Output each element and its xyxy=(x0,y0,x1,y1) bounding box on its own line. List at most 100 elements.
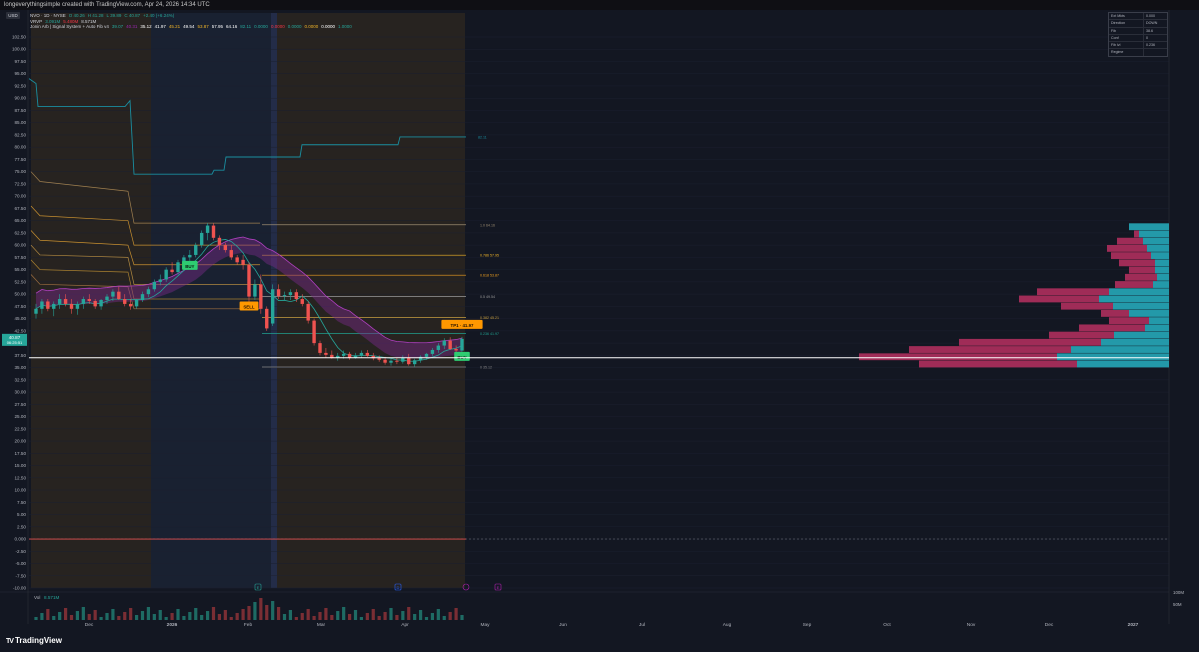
event-marker-text: E xyxy=(257,585,260,590)
candle-body xyxy=(99,300,103,307)
candle-body xyxy=(270,289,275,324)
volume-bar xyxy=(123,612,127,620)
y-tick-label: 35.00 xyxy=(15,365,27,370)
candle-body xyxy=(164,269,168,280)
volume-profile-down-bar xyxy=(959,338,1101,346)
y-tick-label: 65.00 xyxy=(15,218,27,223)
volume-profile-up-bar xyxy=(1129,310,1169,317)
volume-profile-down-bar xyxy=(1107,244,1147,252)
volume-profile-up-bar xyxy=(1155,259,1169,267)
y-tick-label: 7.50 xyxy=(17,500,26,505)
volume-bar xyxy=(46,609,50,620)
volume-bar xyxy=(389,608,393,620)
volume-profile-up-bar xyxy=(1143,237,1169,245)
y-tick-label: 15.00 xyxy=(15,463,27,468)
y-tick-label: 90.00 xyxy=(15,96,27,101)
candle-body xyxy=(63,299,68,304)
stat-row: Ext Mkts 0.000 xyxy=(1109,13,1167,20)
y-tick-label: 25.00 xyxy=(15,414,27,419)
volume-bar xyxy=(407,607,411,620)
volume-bar xyxy=(205,611,210,620)
y-tick-label: 97.50 xyxy=(15,59,27,64)
volume-profile-down-bar xyxy=(1019,295,1099,303)
volume-profile-up-bar xyxy=(1113,302,1169,310)
volume-bar xyxy=(182,616,186,620)
fib-level-label: 0.786 57.95 xyxy=(480,254,499,258)
volume-bar xyxy=(194,608,198,620)
candle-body xyxy=(205,225,210,233)
stat-row: Conf 0 xyxy=(1109,33,1167,42)
y-tick-label: 75.00 xyxy=(15,169,27,174)
volume-profile-down-bar xyxy=(1134,230,1139,238)
y-tick-label: 32.50 xyxy=(15,377,27,382)
stat-row: Direction DOWN xyxy=(1109,19,1167,27)
volume-bar xyxy=(81,607,85,620)
tradingview-logo: TV TradingView xyxy=(6,636,62,645)
volume-bar xyxy=(460,615,464,620)
candle-body xyxy=(93,300,97,307)
fib-level-label: 0.5 49.54 xyxy=(480,295,495,299)
candle-body xyxy=(146,289,151,295)
volume-bar xyxy=(418,610,423,620)
candle-body xyxy=(407,357,411,365)
y-tick-label: 77.50 xyxy=(15,157,27,162)
volume-bar xyxy=(34,617,38,620)
stat-value: 0.236 xyxy=(1146,43,1155,48)
volume-profile-down-bar xyxy=(1109,317,1149,325)
y-tick-label: -7.50 xyxy=(16,573,27,578)
candle-body xyxy=(140,294,145,301)
candle-body xyxy=(294,292,299,300)
legend-value: 0.0000 xyxy=(304,24,319,30)
stat-key: Regime xyxy=(1109,49,1144,56)
volume-bar xyxy=(105,613,109,620)
candle-body xyxy=(436,345,441,350)
x-tick-label: Oct xyxy=(883,622,891,628)
y-tick-label: 45.00 xyxy=(15,316,27,321)
y-tick-label: 100.00 xyxy=(12,47,26,52)
volume-profile-down-bar xyxy=(1037,288,1109,296)
legend-value: 0.0000 xyxy=(254,24,268,30)
tradingview-mark-icon: TV xyxy=(6,638,14,645)
candle-body xyxy=(176,262,180,273)
legend-value: 8.571M xyxy=(81,18,97,24)
volume-profile-down-bar xyxy=(1119,259,1155,267)
legend-value: 3.091M xyxy=(45,18,61,24)
footer-bar xyxy=(0,631,1199,652)
volume-profile-up-bar xyxy=(1149,317,1169,325)
legend-value: 57.95 xyxy=(211,24,223,30)
session-shade xyxy=(277,13,465,588)
candle-body xyxy=(199,232,204,246)
stat-key: Ext Mkts xyxy=(1109,13,1144,20)
volume-profile-up-bar xyxy=(1145,324,1169,332)
candle-body xyxy=(359,352,364,356)
y-tick-label: 60.00 xyxy=(15,243,27,248)
y-tick-label: 92.50 xyxy=(15,83,27,88)
currency-badge[interactable]: USD xyxy=(6,12,20,19)
candle-body xyxy=(134,300,139,307)
volume-bar xyxy=(383,612,387,620)
x-tick-label: Dec xyxy=(85,622,94,628)
candle-body xyxy=(123,299,127,304)
candle-body xyxy=(454,348,458,351)
legend-value: H 41.28 xyxy=(87,13,104,18)
y-tick-label: 87.50 xyxy=(15,108,27,113)
x-tick-label: 2027 xyxy=(1128,622,1139,628)
price-chart[interactable]: 102.50 100.00 97.50 95.00 92.50 90.00 87.50 85.… xyxy=(0,10,1199,631)
candle-body xyxy=(105,296,109,301)
y-tick-label: -10.00 xyxy=(13,586,26,591)
x-tick-label: Apr xyxy=(401,622,409,628)
volume-bar xyxy=(129,608,133,620)
stat-value: 0 xyxy=(1146,35,1148,40)
volume-label: Vol xyxy=(34,595,40,600)
volume-bar xyxy=(259,598,263,620)
volume-bar xyxy=(229,617,233,620)
volume-profile-down-bar xyxy=(1129,266,1155,274)
volume-bar xyxy=(324,608,328,620)
volume-bar xyxy=(152,614,156,620)
y-tick-label: 57.50 xyxy=(15,255,27,260)
candle-body xyxy=(46,301,50,309)
candle-body xyxy=(247,264,251,297)
candle-body xyxy=(442,340,446,346)
candle-body xyxy=(347,353,352,358)
chart-attribution-banner: longeverythingsimple created with Tradin… xyxy=(0,0,1199,10)
